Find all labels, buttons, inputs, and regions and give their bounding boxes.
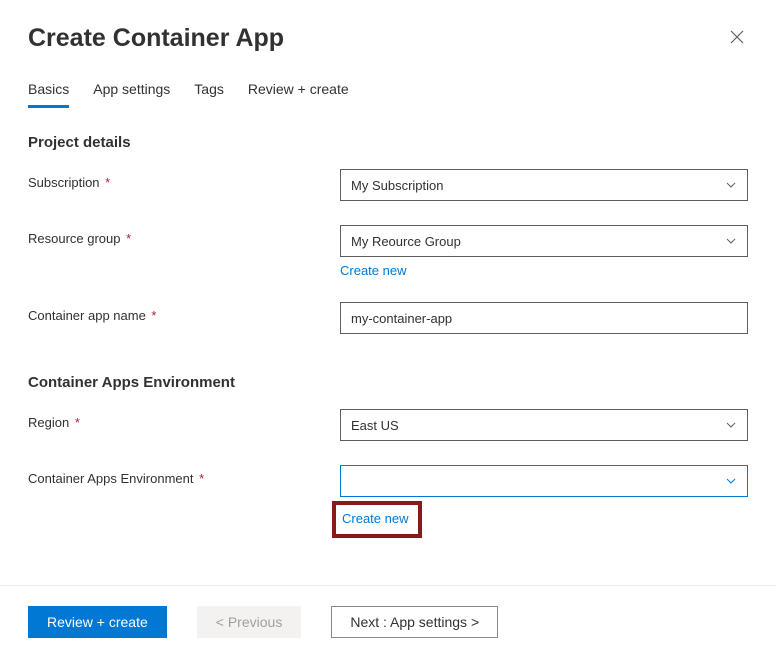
chevron-down-icon: [725, 419, 737, 431]
subscription-label: Subscription *: [28, 169, 340, 190]
page-title: Create Container App: [28, 24, 284, 53]
region-select[interactable]: East US: [340, 409, 748, 441]
chevron-down-icon: [725, 475, 737, 487]
footer-actions: Review + create < Previous Next : App se…: [0, 585, 776, 660]
region-label: Region *: [28, 409, 340, 430]
previous-button: < Previous: [197, 606, 302, 638]
environment-select[interactable]: [340, 465, 748, 497]
section-container-apps-environment: Container Apps Environment: [28, 374, 748, 391]
resource-group-label: Resource group *: [28, 225, 340, 246]
environment-create-new-link[interactable]: Create new: [342, 511, 408, 526]
close-icon[interactable]: [726, 26, 748, 52]
region-value: East US: [351, 418, 399, 433]
subscription-select[interactable]: My Subscription: [340, 169, 748, 201]
tab-bar: Basics App settings Tags Review + create: [28, 81, 748, 108]
resource-group-value: My Reource Group: [351, 234, 461, 249]
review-create-button[interactable]: Review + create: [28, 606, 167, 638]
section-project-details: Project details: [28, 134, 748, 151]
tab-app-settings[interactable]: App settings: [93, 81, 170, 108]
environment-label: Container Apps Environment *: [28, 465, 340, 486]
tab-tags[interactable]: Tags: [194, 81, 224, 108]
required-indicator: *: [195, 471, 204, 486]
container-app-name-value: my-container-app: [351, 311, 452, 326]
container-app-name-label: Container app name *: [28, 302, 340, 323]
required-indicator: *: [102, 175, 111, 190]
container-app-name-input[interactable]: my-container-app: [340, 302, 748, 334]
chevron-down-icon: [725, 235, 737, 247]
subscription-value: My Subscription: [351, 178, 443, 193]
required-indicator: *: [123, 231, 132, 246]
resource-group-create-new-link[interactable]: Create new: [340, 263, 406, 278]
tab-review-create[interactable]: Review + create: [248, 81, 349, 108]
chevron-down-icon: [725, 179, 737, 191]
required-indicator: *: [71, 415, 80, 430]
resource-group-select[interactable]: My Reource Group: [340, 225, 748, 257]
tab-basics[interactable]: Basics: [28, 81, 69, 108]
highlight-annotation: Create new: [332, 501, 422, 538]
required-indicator: *: [148, 308, 157, 323]
next-button[interactable]: Next : App settings >: [331, 606, 498, 638]
